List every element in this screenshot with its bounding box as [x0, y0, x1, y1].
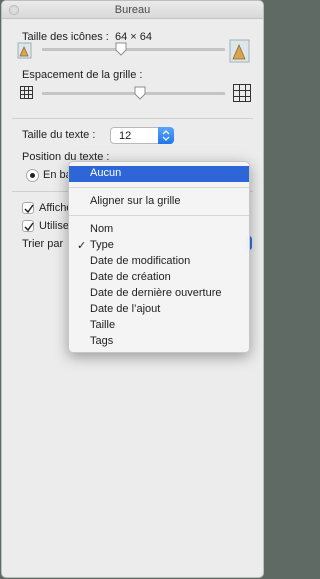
- window-title: Bureau: [114, 4, 151, 16]
- sort-menu: Aucun Aligner sur la grille Nom ✓ Type D…: [68, 161, 250, 353]
- large-icon-preview-icon: [229, 39, 250, 63]
- menu-item-size[interactable]: Taille: [69, 318, 249, 334]
- menu-item-snap-to-grid[interactable]: Aligner sur la grille: [69, 194, 249, 210]
- small-grid-icon: [20, 86, 33, 99]
- menu-item-date-added[interactable]: Date de l’ajout: [69, 302, 249, 318]
- menu-item-type[interactable]: ✓ Type: [69, 238, 249, 254]
- checkmark-icon: [24, 204, 34, 214]
- text-position-bottom-label: En bas: [43, 169, 68, 181]
- radio-selected-dot: [30, 173, 35, 178]
- use-preview-label: Utiliser: [39, 220, 68, 232]
- use-preview-checkbox[interactable]: [22, 220, 34, 232]
- popup-arrows-icon: [158, 127, 174, 144]
- menu-item-date-last-opened[interactable]: Date de dernière ouverture: [69, 286, 249, 302]
- menu-item-date-created[interactable]: Date de création: [69, 270, 249, 286]
- menu-item-date-modified[interactable]: Date de modification: [69, 254, 249, 270]
- show-info-label: Afficher: [39, 202, 68, 214]
- checkmark-icon: ✓: [77, 240, 87, 252]
- grid-spacing-label: Espacement de la grille :: [22, 69, 143, 81]
- menu-item-name[interactable]: Nom: [69, 222, 249, 238]
- sort-by-label: Trier par: [22, 238, 64, 250]
- small-icon-preview-icon: [17, 42, 32, 59]
- menu-item-none[interactable]: Aucun: [69, 166, 249, 182]
- title-bar[interactable]: Bureau: [2, 1, 263, 19]
- text-position-bottom-radio[interactable]: [26, 169, 39, 182]
- icon-size-slider-track[interactable]: [42, 48, 225, 51]
- icon-size-slider-knob[interactable]: [115, 42, 127, 56]
- separator: [12, 118, 253, 119]
- menu-separator: [69, 187, 249, 188]
- show-info-checkbox[interactable]: [22, 202, 34, 214]
- menu-separator: [69, 215, 249, 216]
- grid-spacing-slider-knob[interactable]: [134, 86, 146, 100]
- text-size-value: 12: [119, 130, 132, 142]
- inspector-window: Bureau Taille des icônes : 64 × 64 Espac…: [1, 0, 264, 578]
- text-size-popup[interactable]: 12: [110, 127, 174, 144]
- checkmark-icon: [24, 222, 34, 232]
- icon-size-label: Taille des icônes : 64 × 64: [22, 31, 152, 43]
- text-size-label: Taille du texte :: [22, 129, 96, 141]
- menu-item-tags[interactable]: Tags: [69, 334, 249, 350]
- large-grid-icon: [233, 84, 251, 102]
